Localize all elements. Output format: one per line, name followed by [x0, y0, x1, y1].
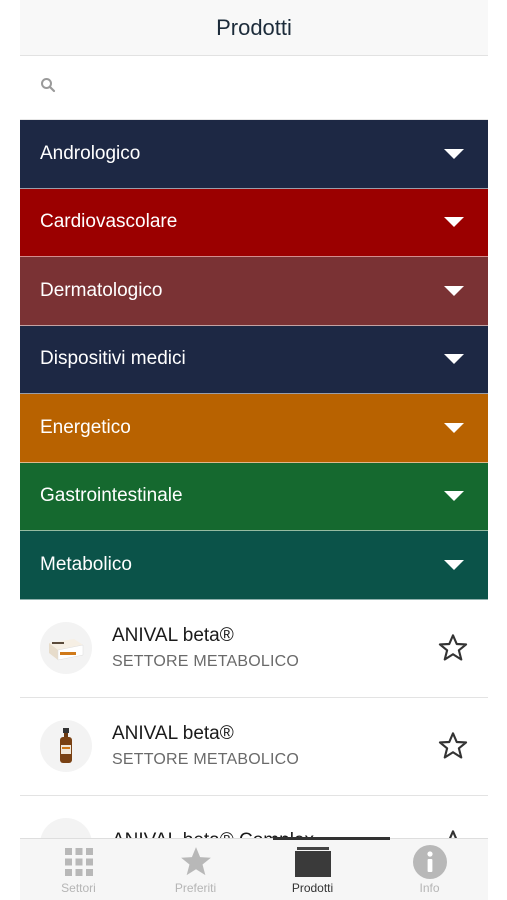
category-label: Gastrointestinale — [40, 485, 183, 507]
product-text: ANIVAL beta® SETTORE METABOLICO — [112, 625, 436, 671]
category-metabolico[interactable]: Metabolico — [20, 531, 488, 600]
favorite-star-icon[interactable] — [436, 631, 470, 665]
box-icon — [294, 844, 332, 880]
category-energetico[interactable]: Energetico — [20, 394, 488, 463]
list-item[interactable]: ANIVAL beta® SETTORE METABOLICO — [20, 599, 488, 698]
category-gastrointestinale[interactable]: Gastrointestinale — [20, 462, 488, 531]
category-dispositivi-medici[interactable]: Dispositivi medici — [20, 325, 488, 394]
chevron-down-icon — [444, 559, 464, 570]
category-cardiovascolare[interactable]: Cardiovascolare — [20, 188, 488, 257]
bottom-tab-bar: Settori Preferiti Prodotti Info — [20, 837, 488, 900]
chevron-down-icon — [444, 354, 464, 365]
tab-info[interactable]: Info — [371, 844, 488, 895]
bottle-product-thumbnail — [40, 720, 92, 772]
category-andrologico[interactable]: Andrologico — [20, 120, 488, 189]
tab-preferiti[interactable]: Preferiti — [137, 844, 254, 895]
active-tab-indicator — [273, 837, 390, 840]
chevron-down-icon — [444, 285, 464, 296]
category-label: Metabolico — [40, 553, 132, 575]
product-sector: SETTORE METABOLICO — [112, 653, 300, 670]
chevron-down-icon — [444, 217, 464, 228]
grid-icon — [64, 844, 94, 880]
search-bar[interactable] — [20, 56, 488, 120]
tab-prodotti[interactable]: Prodotti — [254, 844, 371, 895]
product-sector: SETTORE METABOLICO — [112, 751, 300, 768]
product-text: ANIVAL beta® SETTORE METABOLICO — [112, 723, 436, 769]
category-label: Cardiovascolare — [40, 211, 178, 233]
tab-label: Preferiti — [174, 881, 217, 895]
tab-label: Info — [419, 881, 440, 895]
category-label: Dispositivi medici — [40, 348, 186, 370]
category-label: Energetico — [40, 416, 131, 438]
category-label: Andrologico — [40, 142, 141, 164]
product-name: ANIVAL beta® — [112, 723, 234, 744]
star-icon — [178, 844, 214, 880]
favorite-star-icon[interactable] — [436, 729, 470, 763]
tab-settori[interactable]: Settori — [20, 844, 137, 895]
category-dermatologico[interactable]: Dermatologico — [20, 257, 488, 326]
category-list: Andrologico Cardiovascolare Dermatologic… — [20, 120, 488, 600]
chevron-down-icon — [444, 491, 464, 502]
product-name: ANIVAL beta® — [112, 625, 234, 646]
app-screen: Prodotti Andrologico Cardiovascolare Der… — [20, 0, 488, 900]
search-icon — [40, 77, 56, 98]
chevron-down-icon — [444, 422, 464, 433]
header: Prodotti — [20, 0, 488, 56]
category-label: Dermatologico — [40, 279, 163, 301]
page-title: Prodotti — [216, 14, 292, 40]
tab-label: Settori — [61, 881, 96, 895]
search-input[interactable] — [66, 78, 466, 97]
chevron-down-icon — [444, 148, 464, 159]
tab-label: Prodotti — [291, 881, 334, 895]
box-product-thumbnail — [40, 622, 92, 674]
list-item[interactable]: ANIVAL beta® SETTORE METABOLICO — [20, 697, 488, 796]
info-icon — [412, 844, 448, 880]
